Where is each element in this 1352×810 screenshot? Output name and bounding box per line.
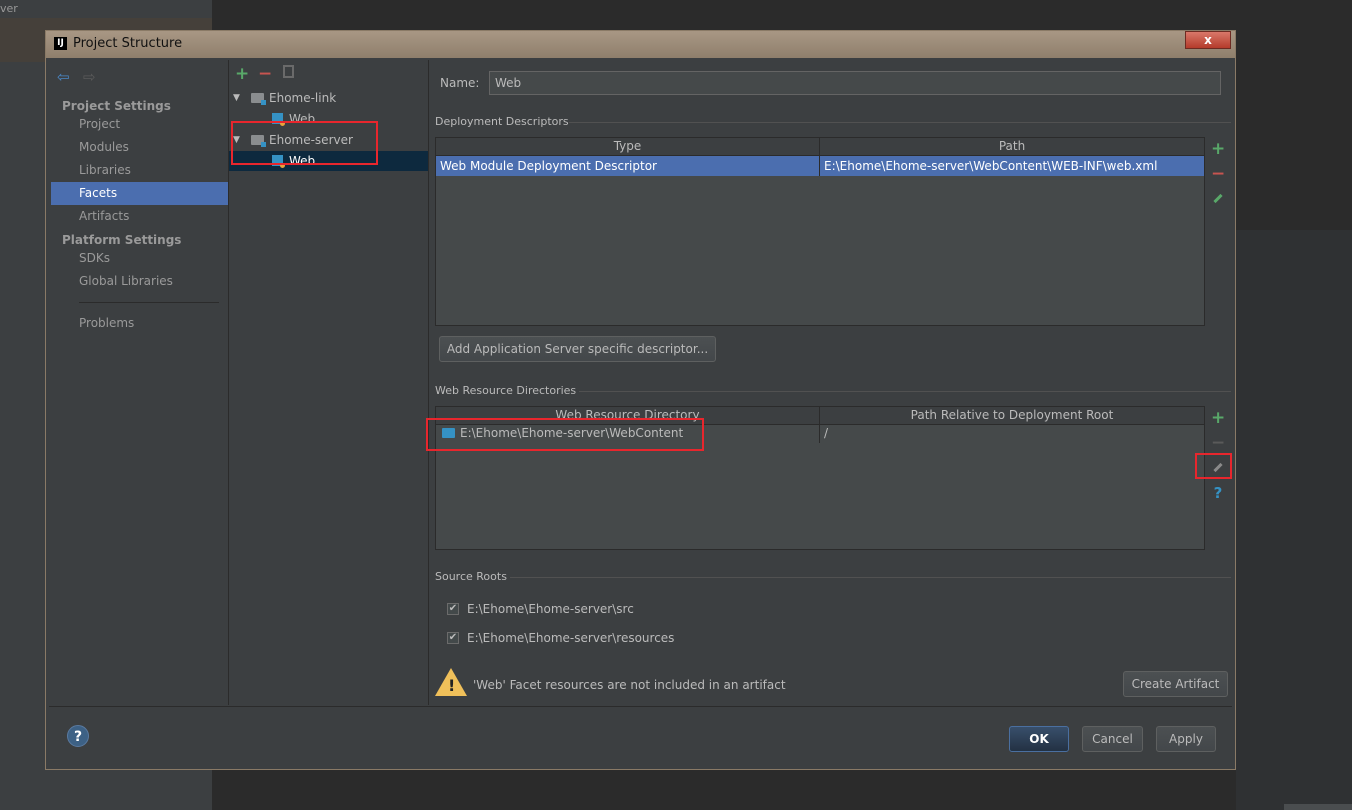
footer-separator [49, 706, 1232, 707]
intellij-logo-icon: IJ [54, 37, 67, 50]
directory-path: E:\Ehome\Ehome-server\WebContent [460, 426, 684, 440]
tree-node-label: Web [289, 112, 316, 126]
source-roots-title: Source Roots [435, 570, 507, 583]
copy-icon [283, 65, 294, 78]
web-resource-directories-title: Web Resource Directories [435, 384, 577, 397]
nav-item-sdks[interactable]: SDKs [51, 247, 228, 270]
tree-node-web-server[interactable]: Web [229, 151, 428, 171]
name-input[interactable]: Web [489, 71, 1221, 95]
close-button[interactable]: x [1185, 31, 1231, 49]
remove-resource-icon: − [1211, 433, 1226, 453]
module-folder-icon [251, 135, 266, 147]
nav-item-libraries[interactable]: Libraries [51, 159, 228, 182]
name-label: Name: [440, 76, 480, 90]
remove-descriptor-icon[interactable]: − [1211, 166, 1225, 183]
warning-message: 'Web' Facet resources are not included i… [473, 678, 786, 692]
add-descriptor-icon[interactable]: + [1211, 141, 1225, 158]
help-button[interactable]: ? [67, 725, 89, 747]
cancel-button[interactable]: Cancel [1082, 726, 1143, 752]
web-facet-icon [272, 113, 285, 126]
deployment-descriptors-title: Deployment Descriptors [435, 115, 569, 128]
cell-relative-path: / [824, 426, 829, 440]
column-header-directory[interactable]: Web Resource Directory [436, 407, 820, 424]
tree-node-web-link[interactable]: Web [229, 109, 428, 129]
tree-node-label: Ehome-link [269, 91, 337, 105]
group-divider [579, 391, 1231, 392]
deployment-toolbar: + − [1205, 137, 1231, 326]
facet-settings-panel: Name: Web Deployment Descriptors Type Pa… [433, 58, 1232, 703]
facet-tree: + − ▼ Ehome-link Web ▼ Ehome-server Web [229, 60, 429, 705]
edit-descriptor-icon[interactable] [1211, 192, 1225, 206]
cell-path: E:\Ehome\Ehome-server\WebContent\WEB-INF… [824, 159, 1158, 173]
tree-node-label: Web [289, 154, 316, 168]
add-server-descriptor-button[interactable]: Add Application Server specific descript… [439, 336, 716, 362]
web-resource-table: Web Resource Directory Path Relative to … [435, 406, 1205, 550]
table-header: Type Path [436, 138, 1204, 156]
module-folder-icon [251, 93, 266, 105]
warning-exclamation: ! [448, 676, 456, 695]
back-arrow-icon[interactable]: ⇦ [57, 68, 70, 86]
table-row[interactable]: E:\Ehome\Ehome-server\WebContent / [436, 423, 1204, 443]
web-facet-icon [272, 155, 285, 168]
table-row[interactable]: Web Module Deployment Descriptor E:\Ehom… [436, 156, 1204, 176]
nav-item-facets[interactable]: Facets [51, 182, 228, 205]
column-header-path[interactable]: Path [820, 138, 1204, 155]
folder-icon [442, 428, 455, 438]
cell-type: Web Module Deployment Descriptor [436, 156, 820, 176]
tree-node-label: Ehome-server [269, 133, 353, 147]
background-scrollbar [1284, 804, 1352, 810]
tree-node-ehome-server[interactable]: ▼ Ehome-server [229, 130, 428, 150]
help-icon[interactable]: ? [1211, 486, 1225, 501]
nav-item-global-libraries[interactable]: Global Libraries [51, 270, 228, 293]
add-icon[interactable]: + [235, 64, 249, 84]
ok-button[interactable]: OK [1009, 726, 1069, 752]
expand-triangle-icon[interactable]: ▼ [233, 130, 240, 150]
create-artifact-button[interactable]: Create Artifact [1123, 671, 1228, 697]
tree-node-ehome-link[interactable]: ▼ Ehome-link [229, 88, 428, 108]
source-root-label: E:\Ehome\Ehome-server\resources [467, 631, 675, 645]
source-root-checkbox-src[interactable]: ✔ [447, 603, 459, 615]
dialog-title: Project Structure [73, 36, 183, 51]
add-resource-icon[interactable]: + [1211, 410, 1225, 427]
group-divider [510, 577, 1231, 578]
background-fragment-text: ver [0, 2, 18, 15]
nav-item-artifacts[interactable]: Artifacts [51, 205, 228, 228]
column-header-relative-path[interactable]: Path Relative to Deployment Root [820, 407, 1204, 424]
nav-item-problems[interactable]: Problems [51, 312, 228, 335]
web-resource-toolbar: + − ? [1205, 406, 1231, 550]
remove-icon[interactable]: − [258, 64, 272, 84]
edit-resource-icon[interactable] [1211, 461, 1225, 475]
source-root-checkbox-resources[interactable]: ✔ [447, 632, 459, 644]
section-platform-settings: Platform Settings [62, 233, 182, 247]
source-root-label: E:\Ehome\Ehome-server\src [467, 602, 634, 616]
apply-button[interactable]: Apply [1156, 726, 1216, 752]
deployment-descriptors-table: Type Path Web Module Deployment Descript… [435, 137, 1205, 326]
nav-item-modules[interactable]: Modules [51, 136, 228, 159]
nav-separator [79, 302, 219, 303]
forward-arrow-icon: ⇨ [83, 68, 96, 86]
column-header-type[interactable]: Type [436, 138, 820, 155]
section-project-settings: Project Settings [62, 99, 171, 113]
settings-nav: ⇦ ⇨ Project Settings Project Modules Lib… [51, 60, 229, 705]
nav-item-project[interactable]: Project [51, 113, 228, 136]
cell-directory: E:\Ehome\Ehome-server\WebContent [436, 423, 820, 443]
project-structure-dialog: IJ Project Structure x ⇦ ⇨ Project Setti… [45, 30, 1236, 770]
expand-triangle-icon[interactable]: ▼ [233, 88, 240, 108]
background-panel [1236, 230, 1352, 810]
group-divider [569, 122, 1231, 123]
title-bar[interactable]: IJ Project Structure x [46, 31, 1235, 58]
